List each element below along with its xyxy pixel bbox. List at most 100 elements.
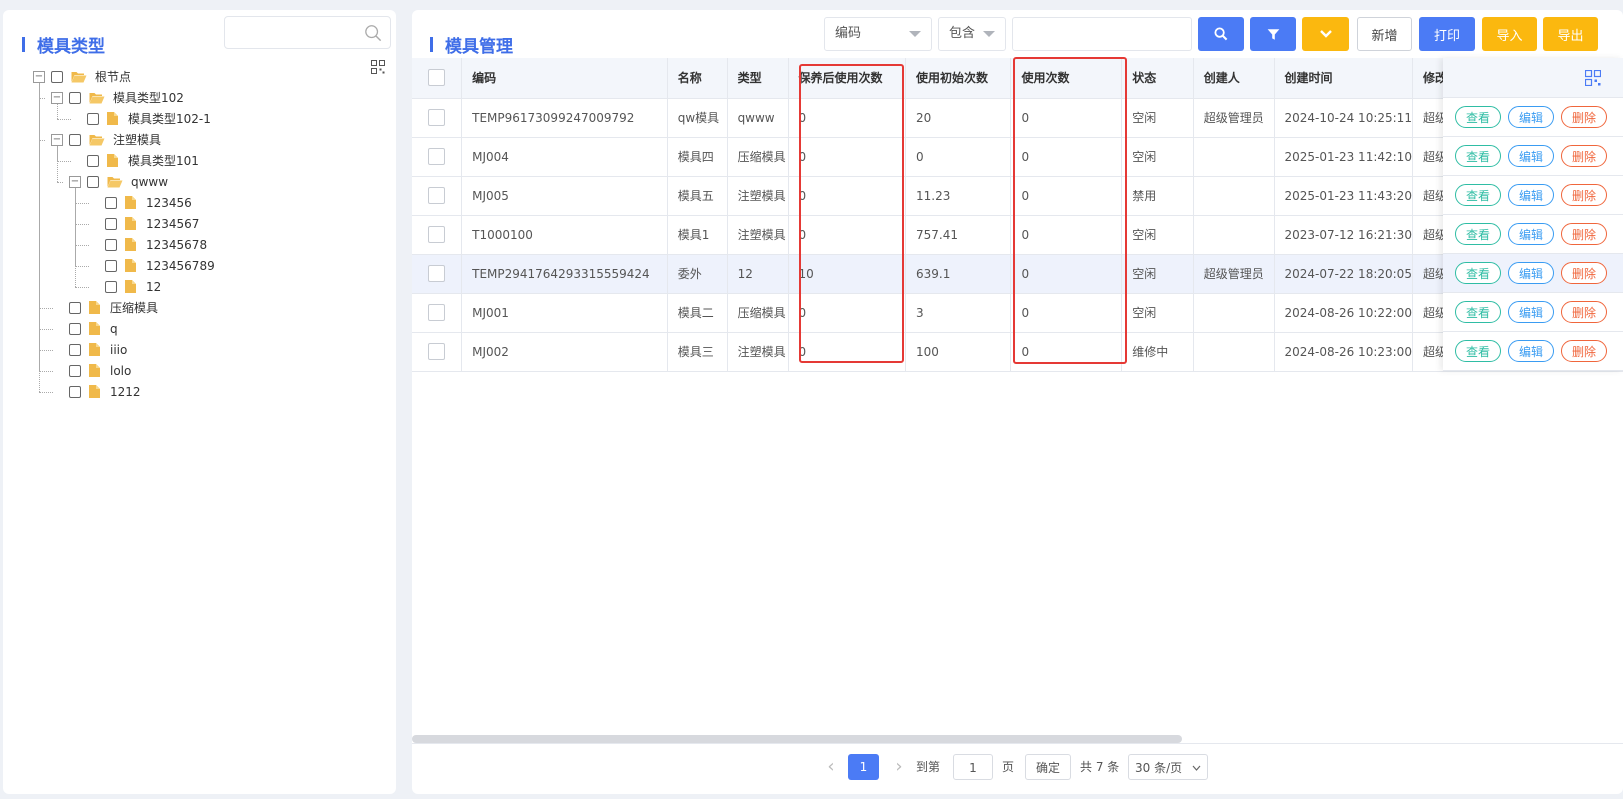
column-header[interactable]: 状态: [1121, 58, 1194, 99]
tree-node-checkbox[interactable]: [69, 301, 81, 314]
table-cell: qwww: [727, 98, 789, 138]
row-checkbox[interactable]: [428, 304, 445, 321]
tree-node-label: 123456: [146, 195, 192, 210]
column-settings-icon[interactable]: [1585, 70, 1601, 86]
scrollbar-thumb[interactable]: [412, 735, 1182, 743]
tree-node-checkbox[interactable]: [105, 238, 117, 251]
tree-node[interactable]: − 注塑模具: [33, 129, 373, 150]
filter-op-select[interactable]: 包含: [938, 17, 1006, 51]
edit-button[interactable]: 编辑: [1508, 184, 1554, 206]
view-button[interactable]: 查看: [1455, 184, 1501, 206]
collapse-toggle-icon[interactable]: −: [69, 175, 81, 188]
edit-button[interactable]: 编辑: [1508, 262, 1554, 284]
tree-node-checkbox[interactable]: [69, 364, 81, 377]
edit-button[interactable]: 编辑: [1508, 340, 1554, 362]
tree-node[interactable]: q: [33, 318, 373, 339]
column-header[interactable]: 使用初始次数: [905, 58, 1012, 99]
delete-button[interactable]: 删除: [1561, 223, 1607, 245]
filter-field-select[interactable]: 编码: [824, 17, 932, 51]
tree-search-input[interactable]: [224, 16, 391, 49]
pagination: ‹ 1 › 到第 1 页 确定 共 7 条 30 条/页: [412, 754, 1623, 780]
delete-button[interactable]: 删除: [1561, 301, 1607, 323]
row-checkbox[interactable]: [428, 343, 445, 360]
tree-node-checkbox[interactable]: [51, 70, 63, 83]
delete-button[interactable]: 删除: [1561, 184, 1607, 206]
edit-button[interactable]: 编辑: [1508, 106, 1554, 128]
tree-node[interactable]: − 模具类型102: [33, 87, 373, 108]
tree-node-checkbox[interactable]: [69, 91, 81, 104]
row-checkbox[interactable]: [428, 226, 445, 243]
filter-button[interactable]: [1250, 17, 1296, 51]
add-button[interactable]: 新增: [1357, 17, 1412, 51]
filter-op-value: 包含: [949, 26, 976, 41]
next-page-button[interactable]: ›: [892, 754, 906, 780]
collapse-toggle-icon[interactable]: −: [33, 70, 45, 83]
delete-button[interactable]: 删除: [1561, 340, 1607, 362]
export-button[interactable]: 导出: [1543, 17, 1598, 51]
column-header[interactable]: 类型: [727, 58, 789, 99]
tree-node[interactable]: lolo: [33, 360, 373, 381]
tree-connector: [75, 286, 89, 288]
tree-node[interactable]: 模具类型101: [33, 150, 373, 171]
row-checkbox[interactable]: [428, 148, 445, 165]
select-all-checkbox[interactable]: [428, 69, 445, 87]
view-button[interactable]: 查看: [1455, 301, 1501, 323]
tree-node-checkbox[interactable]: [69, 343, 81, 356]
tree-node[interactable]: 模具类型102-1: [33, 108, 373, 129]
tree-node-checkbox[interactable]: [87, 154, 99, 167]
column-settings-icon[interactable]: [371, 60, 385, 74]
horizontal-scrollbar[interactable]: [412, 735, 1623, 743]
row-checkbox[interactable]: [428, 187, 445, 204]
import-button[interactable]: 导入: [1482, 17, 1537, 51]
page-size-select[interactable]: 30 条/页: [1128, 754, 1208, 780]
tree-node[interactable]: 1212: [33, 381, 373, 402]
delete-button[interactable]: 删除: [1561, 106, 1607, 128]
tree-node-checkbox[interactable]: [87, 175, 99, 188]
row-checkbox[interactable]: [428, 109, 445, 126]
view-button[interactable]: 查看: [1455, 262, 1501, 284]
tree-node-checkbox[interactable]: [69, 385, 81, 398]
tree-node-checkbox[interactable]: [69, 133, 81, 146]
prev-page-button[interactable]: ‹: [824, 754, 838, 780]
tree-node-checkbox[interactable]: [105, 217, 117, 230]
delete-button[interactable]: 删除: [1561, 145, 1607, 167]
table-cell: TEMP2941764293315559424: [461, 254, 668, 294]
tree-node-checkbox[interactable]: [105, 196, 117, 209]
expand-button[interactable]: [1302, 17, 1349, 51]
tree-node-checkbox[interactable]: [105, 259, 117, 272]
mold-management-panel: 模具管理 编码 包含 新增 打印 导入 导出 编码 名称 类型 保养后使用次数 …: [412, 10, 1623, 794]
tree-node[interactable]: − qwww: [33, 171, 373, 192]
table-cell: 12: [727, 254, 789, 294]
collapse-toggle-icon[interactable]: −: [51, 91, 63, 104]
tree-node-checkbox[interactable]: [87, 112, 99, 125]
edit-button[interactable]: 编辑: [1508, 223, 1554, 245]
view-button[interactable]: 查看: [1455, 340, 1501, 362]
tree-node[interactable]: 压缩模具: [33, 297, 373, 318]
view-button[interactable]: 查看: [1455, 106, 1501, 128]
goto-page-input[interactable]: 1: [953, 754, 993, 780]
filter-value-input[interactable]: [1012, 17, 1192, 51]
table-cell: 2025-01-23 11:43:20: [1274, 176, 1413, 216]
column-header[interactable]: 编码: [461, 58, 668, 99]
column-header[interactable]: 创建人: [1193, 58, 1275, 99]
column-header[interactable]: 名称: [667, 58, 728, 99]
row-checkbox[interactable]: [428, 265, 445, 282]
view-button[interactable]: 查看: [1455, 145, 1501, 167]
folder-open-icon: [107, 176, 123, 187]
column-header[interactable]: 创建时间: [1274, 58, 1413, 99]
view-button[interactable]: 查看: [1455, 223, 1501, 245]
delete-button[interactable]: 删除: [1561, 262, 1607, 284]
print-button[interactable]: 打印: [1419, 17, 1475, 51]
table-cell: 模具三: [667, 332, 728, 372]
search-button[interactable]: [1198, 17, 1244, 51]
edit-button[interactable]: 编辑: [1508, 301, 1554, 323]
goto-confirm-button[interactable]: 确定: [1025, 754, 1071, 780]
tree-node[interactable]: iiio: [33, 339, 373, 360]
tree-node[interactable]: − 根节点: [33, 66, 373, 87]
tree-node-checkbox[interactable]: [69, 322, 81, 335]
page-1-button[interactable]: 1: [848, 754, 879, 780]
edit-button[interactable]: 编辑: [1508, 145, 1554, 167]
tree-node-checkbox[interactable]: [105, 280, 117, 293]
search-icon[interactable]: [364, 24, 382, 42]
collapse-toggle-icon[interactable]: −: [51, 133, 63, 146]
